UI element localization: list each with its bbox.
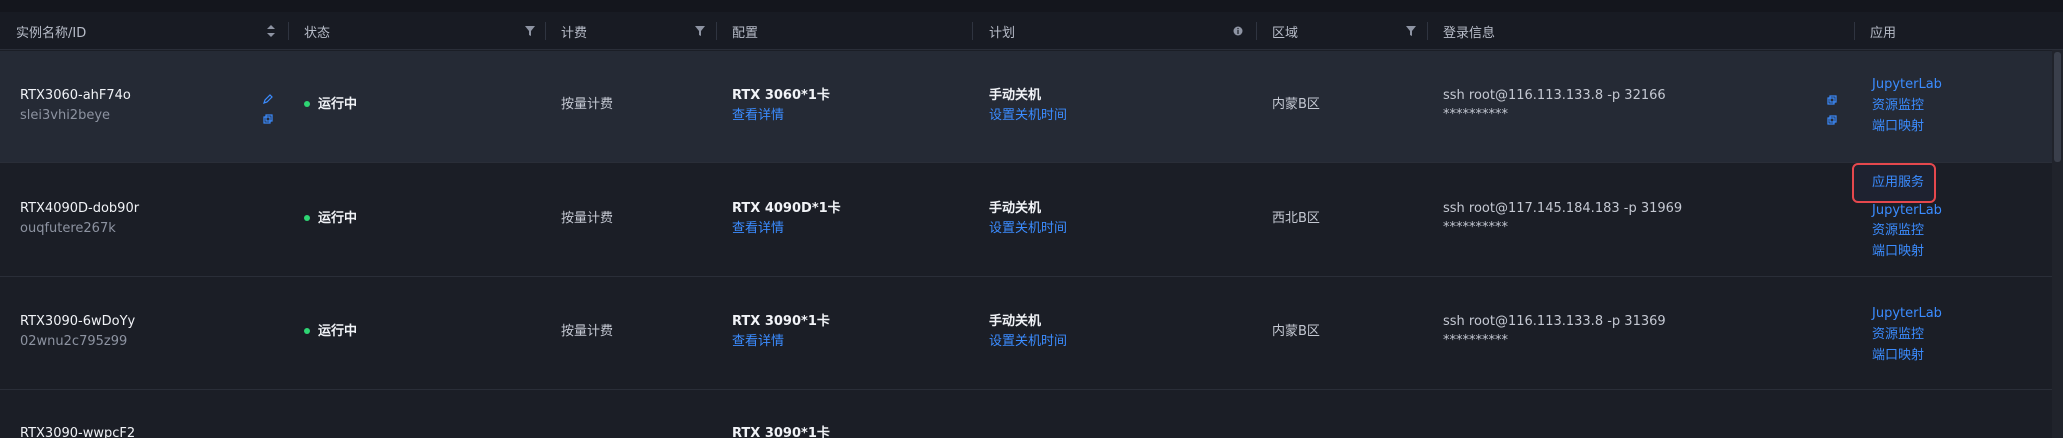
column-divider [972, 22, 973, 40]
status-label: 运行中 [318, 324, 358, 339]
table-row: RTX4090D-dob90r ouqfutere267k 运行中 按量计费 R… [0, 163, 2063, 277]
instance-id: 02wnu2c795z99 [20, 334, 128, 349]
app-service-label[interactable]: 应用服务 [1872, 175, 1924, 191]
config-label: RTX 3090*1卡 [732, 314, 830, 329]
port-mapping-link[interactable]: 端口映射 [1872, 348, 1924, 364]
region-label: 西北B区 [1272, 211, 1320, 226]
set-shutdown-link[interactable]: 设置关机时间 [989, 108, 1067, 124]
set-shutdown-link[interactable]: 设置关机时间 [989, 334, 1067, 350]
table-row: RTX3060-ahF74o slei3vhi2beye 运行中 按量计费 RT… [0, 51, 2063, 163]
password-mask: ********** [1443, 220, 1508, 235]
sort-icon[interactable] [265, 25, 277, 37]
header-app: 应用 [1870, 25, 1897, 41]
resource-monitor-link[interactable]: 资源监控 [1872, 98, 1924, 114]
password-mask: ********** [1443, 107, 1508, 122]
config-label: RTX 3060*1卡 [732, 88, 830, 103]
app-service-popup[interactable]: 应用服务 [1852, 163, 1936, 203]
filter-icon[interactable] [1405, 25, 1417, 37]
password-mask: ********** [1443, 333, 1508, 348]
billing-label: 按量计费 [561, 97, 614, 112]
view-details-link[interactable]: 查看详情 [732, 221, 784, 237]
plan-label: 手动关机 [989, 201, 1042, 216]
billing-label: 按量计费 [561, 324, 614, 339]
instance-name: RTX3090-6wDoYy [20, 314, 136, 329]
config-label: RTX 3090*1卡 [732, 426, 830, 438]
filter-icon[interactable] [524, 25, 536, 37]
column-divider [1854, 22, 1855, 40]
scrollbar-thumb[interactable] [2054, 52, 2061, 162]
column-divider [716, 22, 717, 40]
resource-monitor-link[interactable]: 资源监控 [1872, 223, 1924, 239]
table-row: RTX3090-wwpcF2 RTX 3090*1卡 [0, 390, 2063, 438]
resource-monitor-link[interactable]: 资源监控 [1872, 327, 1924, 343]
running-indicator [304, 328, 310, 334]
region-label: 内蒙B区 [1272, 97, 1320, 112]
config-label: RTX 4090D*1卡 [732, 201, 841, 216]
filter-icon[interactable] [694, 25, 706, 37]
column-divider [1427, 22, 1428, 40]
status-label: 运行中 [318, 211, 358, 226]
top-strip [0, 0, 2063, 12]
header-login: 登录信息 [1443, 25, 1496, 41]
jupyterlab-link[interactable]: JupyterLab [1872, 77, 1942, 93]
header-status: 状态 [304, 25, 331, 41]
port-mapping-link[interactable]: 端口映射 [1872, 119, 1924, 135]
ssh-command: ssh root@116.113.133.8 -p 31369 [1443, 314, 1666, 329]
ssh-command: ssh root@117.145.184.183 -p 31969 [1443, 201, 1683, 216]
instance-id: ouqfutere267k [20, 221, 116, 236]
running-indicator [304, 101, 310, 107]
running-indicator [304, 215, 310, 221]
view-details-link[interactable]: 查看详情 [732, 334, 784, 350]
set-shutdown-link[interactable]: 设置关机时间 [989, 221, 1067, 237]
port-mapping-link[interactable]: 端口映射 [1872, 244, 1924, 260]
copy-icon[interactable] [1827, 110, 1837, 125]
header-billing: 计费 [561, 25, 588, 41]
column-divider [288, 22, 289, 40]
info-icon[interactable] [1232, 25, 1244, 37]
plan-label: 手动关机 [989, 314, 1042, 329]
table-row: RTX3090-6wDoYy 02wnu2c795z99 运行中 按量计费 RT… [0, 277, 2063, 390]
instance-id: slei3vhi2beye [20, 108, 111, 123]
jupyterlab-link[interactable]: JupyterLab [1872, 203, 1942, 219]
plan-label: 手动关机 [989, 88, 1042, 103]
table-header: 实例名称/ID 状态 计费 配置 计划 区域 登录信息 应用 [0, 12, 2063, 50]
copy-icon[interactable] [1827, 90, 1837, 105]
instance-name: RTX3060-ahF74o [20, 88, 131, 103]
header-region: 区域 [1272, 25, 1299, 41]
header-name: 实例名称/ID [16, 25, 87, 41]
status-label: 运行中 [318, 97, 358, 112]
ssh-command: ssh root@116.113.133.8 -p 32166 [1443, 88, 1666, 103]
edit-icon[interactable] [263, 89, 273, 104]
billing-label: 按量计费 [561, 211, 614, 226]
column-divider [1256, 22, 1257, 40]
header-config: 配置 [732, 25, 759, 41]
column-divider [545, 22, 546, 40]
region-label: 内蒙B区 [1272, 324, 1320, 339]
instance-name: RTX3090-wwpcF2 [20, 426, 136, 438]
instance-table: 实例名称/ID 状态 计费 配置 计划 区域 登录信息 应用 RTX3060-a… [0, 0, 2063, 438]
instance-name: RTX4090D-dob90r [20, 201, 140, 216]
jupyterlab-link[interactable]: JupyterLab [1872, 306, 1942, 322]
view-details-link[interactable]: 查看详情 [732, 108, 784, 124]
header-plan: 计划 [989, 25, 1016, 41]
copy-icon[interactable] [263, 109, 273, 124]
